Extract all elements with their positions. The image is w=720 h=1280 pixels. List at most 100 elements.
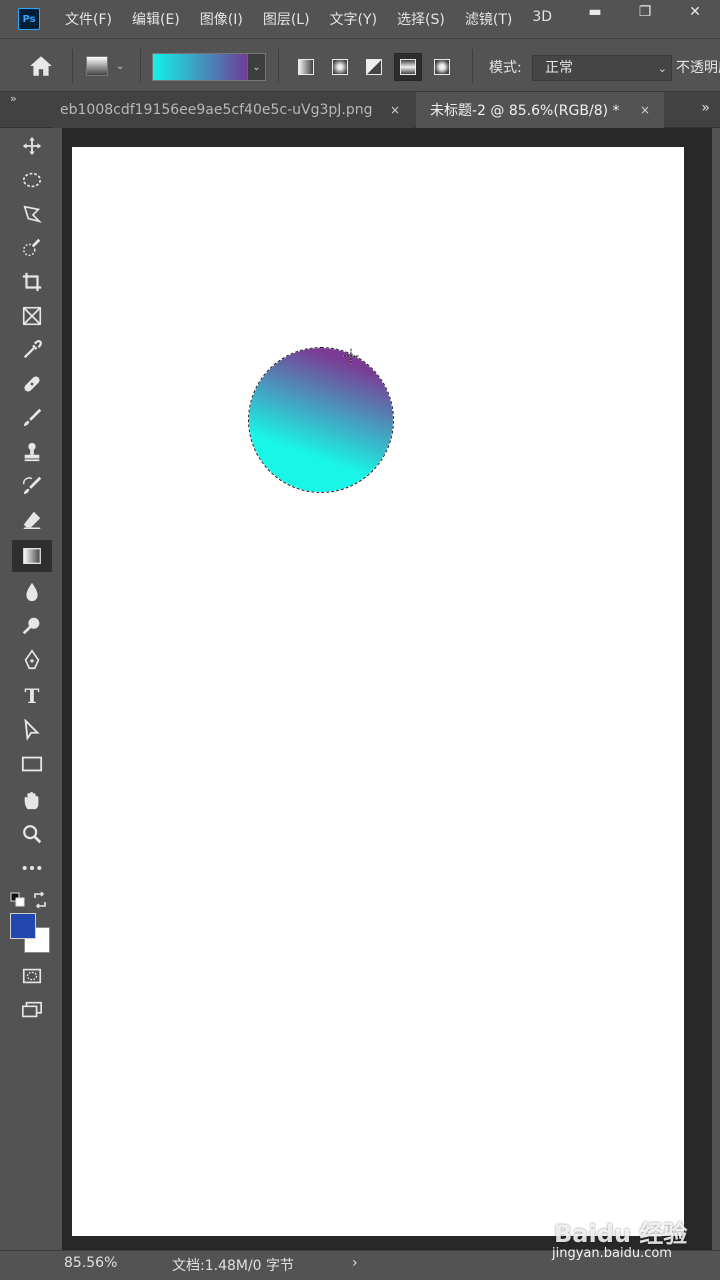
diamond-gradient-button[interactable] (428, 53, 456, 81)
gradient-tool[interactable] (12, 540, 52, 572)
tools-panel: T (0, 128, 62, 1250)
frame-tool[interactable] (12, 300, 52, 332)
more-tools[interactable] (12, 852, 52, 884)
baidu-watermark: Baidu 经验 jingyan.baidu.com (548, 1214, 688, 1266)
lasso-tool[interactable] (12, 198, 52, 230)
angle-gradient-button[interactable] (360, 53, 388, 81)
screen-mode-button[interactable] (12, 994, 52, 1026)
zoom-icon (23, 825, 42, 844)
linear-gradient-icon (298, 59, 314, 75)
hand-icon (24, 791, 39, 810)
path-selection-tool[interactable] (12, 714, 52, 746)
lasso-icon (23, 205, 43, 223)
quick-mask-icon (22, 968, 42, 984)
swap-colors-icon[interactable] (32, 892, 48, 908)
type-icon: T (24, 684, 40, 708)
crosshair-cursor-icon (343, 348, 359, 364)
dodge-icon (22, 617, 40, 635)
gradient-preview[interactable] (153, 54, 247, 80)
gradient-preset-swatch (86, 56, 108, 76)
foreground-color-swatch[interactable] (10, 913, 36, 939)
close-button[interactable]: ✕ (670, 0, 720, 24)
type-tool[interactable]: T (12, 680, 52, 712)
collapse-panel-icon[interactable]: » (10, 92, 17, 105)
rectangle-tool[interactable] (12, 748, 52, 780)
chevron-down-icon: ⌄ (116, 60, 125, 72)
menu-image[interactable]: 图像(I) (200, 9, 243, 29)
reflected-gradient-button[interactable] (394, 53, 422, 81)
linear-gradient-button[interactable] (292, 53, 320, 81)
rectangle-icon (21, 756, 43, 772)
close-icon[interactable]: × (640, 103, 650, 117)
eyedropper-icon (23, 340, 42, 359)
angle-gradient-icon (366, 59, 382, 75)
reflected-gradient-icon (400, 59, 416, 75)
clone-stamp-icon (24, 442, 40, 462)
document-canvas[interactable] (72, 147, 684, 1236)
hand-tool[interactable] (12, 784, 52, 816)
crop-icon (22, 272, 42, 292)
crop-tool[interactable] (12, 266, 52, 298)
elliptical-marquee-tool[interactable] (12, 164, 52, 196)
tab-label: eb1008cdf19156ee9ae5cf40e5c-uVg3pJ.png (60, 102, 373, 118)
pen-tool[interactable] (12, 644, 52, 676)
color-swatches (10, 913, 54, 957)
healing-brush-tool[interactable] (12, 368, 52, 400)
radial-gradient-icon (332, 59, 348, 75)
menu-select[interactable]: 选择(S) (397, 9, 445, 29)
gradient-tool-preset[interactable]: ⌄ (86, 55, 132, 77)
gradient-picker[interactable]: ⌄ (152, 53, 266, 81)
mode-select[interactable]: 正常 ⌄ (532, 55, 672, 81)
options-divider (72, 49, 73, 83)
history-brush-tool[interactable] (12, 470, 52, 502)
menu-bar: Ps 文件(F) 编辑(E) 图像(I) 图层(L) 文字(Y) 选择(S) 滤… (0, 0, 720, 38)
tab-png-document[interactable]: eb1008cdf19156ee9ae5cf40e5c-uVg3pJ.png × (52, 92, 414, 128)
default-colors-icon[interactable] (10, 892, 26, 908)
move-tool[interactable] (12, 130, 52, 162)
menu-file[interactable]: 文件(F) (65, 9, 112, 29)
photoshop-logo[interactable]: Ps (18, 8, 40, 30)
gradient-icon (23, 548, 41, 564)
chevron-down-icon[interactable]: ⌄ (247, 54, 265, 80)
clone-stamp-tool[interactable] (12, 436, 52, 468)
selection-marquee (248, 347, 394, 493)
quick-selection-icon (23, 238, 41, 257)
options-divider (140, 49, 141, 83)
status-menu-arrow[interactable]: › (352, 1255, 358, 1271)
dodge-tool[interactable] (12, 610, 52, 642)
eraser-tool[interactable] (12, 504, 52, 536)
brush-icon (23, 408, 42, 427)
more-tools-icon (22, 865, 42, 871)
mode-label: 模式: (489, 60, 522, 76)
close-icon[interactable]: × (390, 103, 400, 117)
zoom-level[interactable]: 85.56% (64, 1255, 117, 1271)
home-icon[interactable] (28, 53, 54, 79)
restore-button[interactable]: ❐ (620, 0, 670, 24)
path-selection-icon (24, 719, 40, 741)
watermark-logo: Baidu 经验 (554, 1220, 688, 1248)
zoom-tool[interactable] (12, 818, 52, 850)
chevron-down-icon: ⌄ (657, 62, 667, 75)
menu-3d[interactable]: 3D (532, 9, 552, 29)
pen-icon (24, 649, 40, 670)
radial-gradient-button[interactable] (326, 53, 354, 81)
blur-icon (26, 582, 38, 602)
menu-layer[interactable]: 图层(L) (263, 9, 310, 29)
canvas-workspace[interactable] (62, 128, 712, 1250)
frame-icon (22, 306, 42, 326)
opacity-label: 不透明度 (676, 60, 720, 76)
document-info: 文档:1.48M/0 字节 (172, 1258, 295, 1274)
quick-selection-tool[interactable] (12, 232, 52, 264)
brush-tool[interactable] (12, 402, 52, 434)
menu-edit[interactable]: 编辑(E) (132, 9, 180, 29)
tab-untitled-2[interactable]: 未标题-2 @ 85.6%(RGB/8) * × (416, 92, 664, 128)
eyedropper-tool[interactable] (12, 334, 52, 366)
more-tabs-icon[interactable]: » (701, 100, 710, 116)
menu-type[interactable]: 文字(Y) (330, 9, 377, 29)
quick-mask-button[interactable] (12, 960, 52, 992)
menu-filter[interactable]: 滤镜(T) (465, 9, 512, 29)
eraser-icon (23, 511, 41, 529)
minimize-button[interactable]: ▬ (570, 0, 620, 24)
diamond-gradient-icon (434, 59, 450, 75)
blur-tool[interactable] (12, 576, 52, 608)
